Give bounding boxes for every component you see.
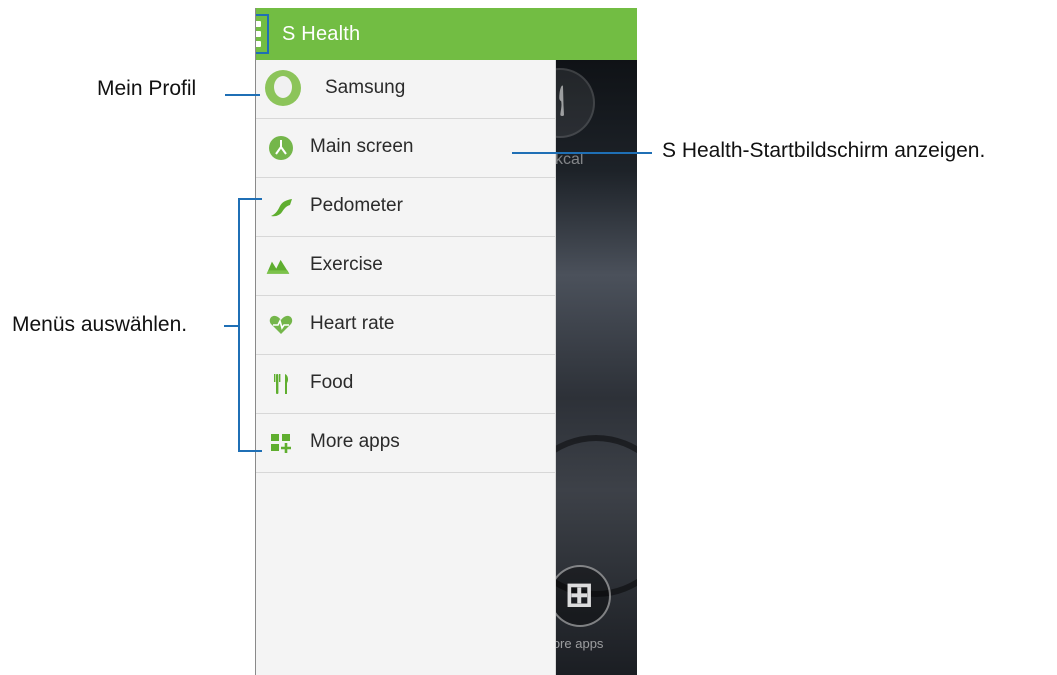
food-icon [274, 374, 289, 394]
navigation-drawer: Samsung Main screen Pedometer Exercise H… [255, 60, 556, 675]
callout-profile: Mein Profil [97, 77, 197, 100]
drawer-item-label: Heart rate [310, 313, 395, 334]
drawer-item-label: More apps [310, 431, 400, 452]
drawer-item-label: Food [310, 372, 354, 393]
heart-icon [269, 315, 293, 334]
more-apps-grid-icon: ⊞ [565, 576, 594, 614]
drawer-item-label: Main screen [310, 136, 414, 157]
drawer-item-food[interactable]: Food [255, 355, 555, 414]
exercise-icon [266, 259, 290, 274]
drawer-item-more-apps[interactable]: More apps [255, 414, 555, 473]
drawer-menu-icon[interactable] [255, 14, 269, 54]
drawer-item-heart-rate[interactable]: Heart rate [255, 296, 555, 355]
pedometer-icon [271, 199, 292, 217]
phone-screen: 🍴︎ kcal ⊞ More apps S Health Samsung Mai… [255, 8, 637, 675]
callout-menus-bracket [238, 198, 240, 452]
drawer-item-profile[interactable]: Samsung [255, 60, 555, 119]
more-apps-icon [271, 434, 291, 453]
callout-menus: Menüs auswählen. [12, 313, 188, 336]
app-bar: S Health [255, 8, 637, 60]
drawer-item-label: Samsung [325, 77, 406, 98]
phone-left-edge [255, 8, 256, 675]
drawer-item-main-screen[interactable]: Main screen [255, 119, 555, 178]
profile-avatar-icon [265, 70, 301, 106]
drawer-item-label: Pedometer [310, 195, 403, 216]
callout-menus-bracket-top [238, 198, 262, 200]
callout-profile-line [225, 94, 260, 96]
drawer-item-label: Exercise [310, 254, 383, 275]
drawer-item-pedometer[interactable]: Pedometer [255, 178, 555, 237]
more-apps-shortcut-button[interactable]: ⊞ [549, 565, 611, 627]
callout-menus-bracket-bottom [238, 450, 262, 452]
drawer-item-exercise[interactable]: Exercise [255, 237, 555, 296]
callout-menus-tick [224, 325, 238, 327]
figure-canvas: 🍴︎ kcal ⊞ More apps S Health Samsung Mai… [0, 0, 1057, 675]
main-screen-icon [269, 136, 293, 160]
callout-main-screen-line [512, 152, 652, 154]
callout-main-screen: S Health-Startbildschirm anzeigen. [662, 139, 986, 162]
app-title: S Health [282, 23, 361, 45]
